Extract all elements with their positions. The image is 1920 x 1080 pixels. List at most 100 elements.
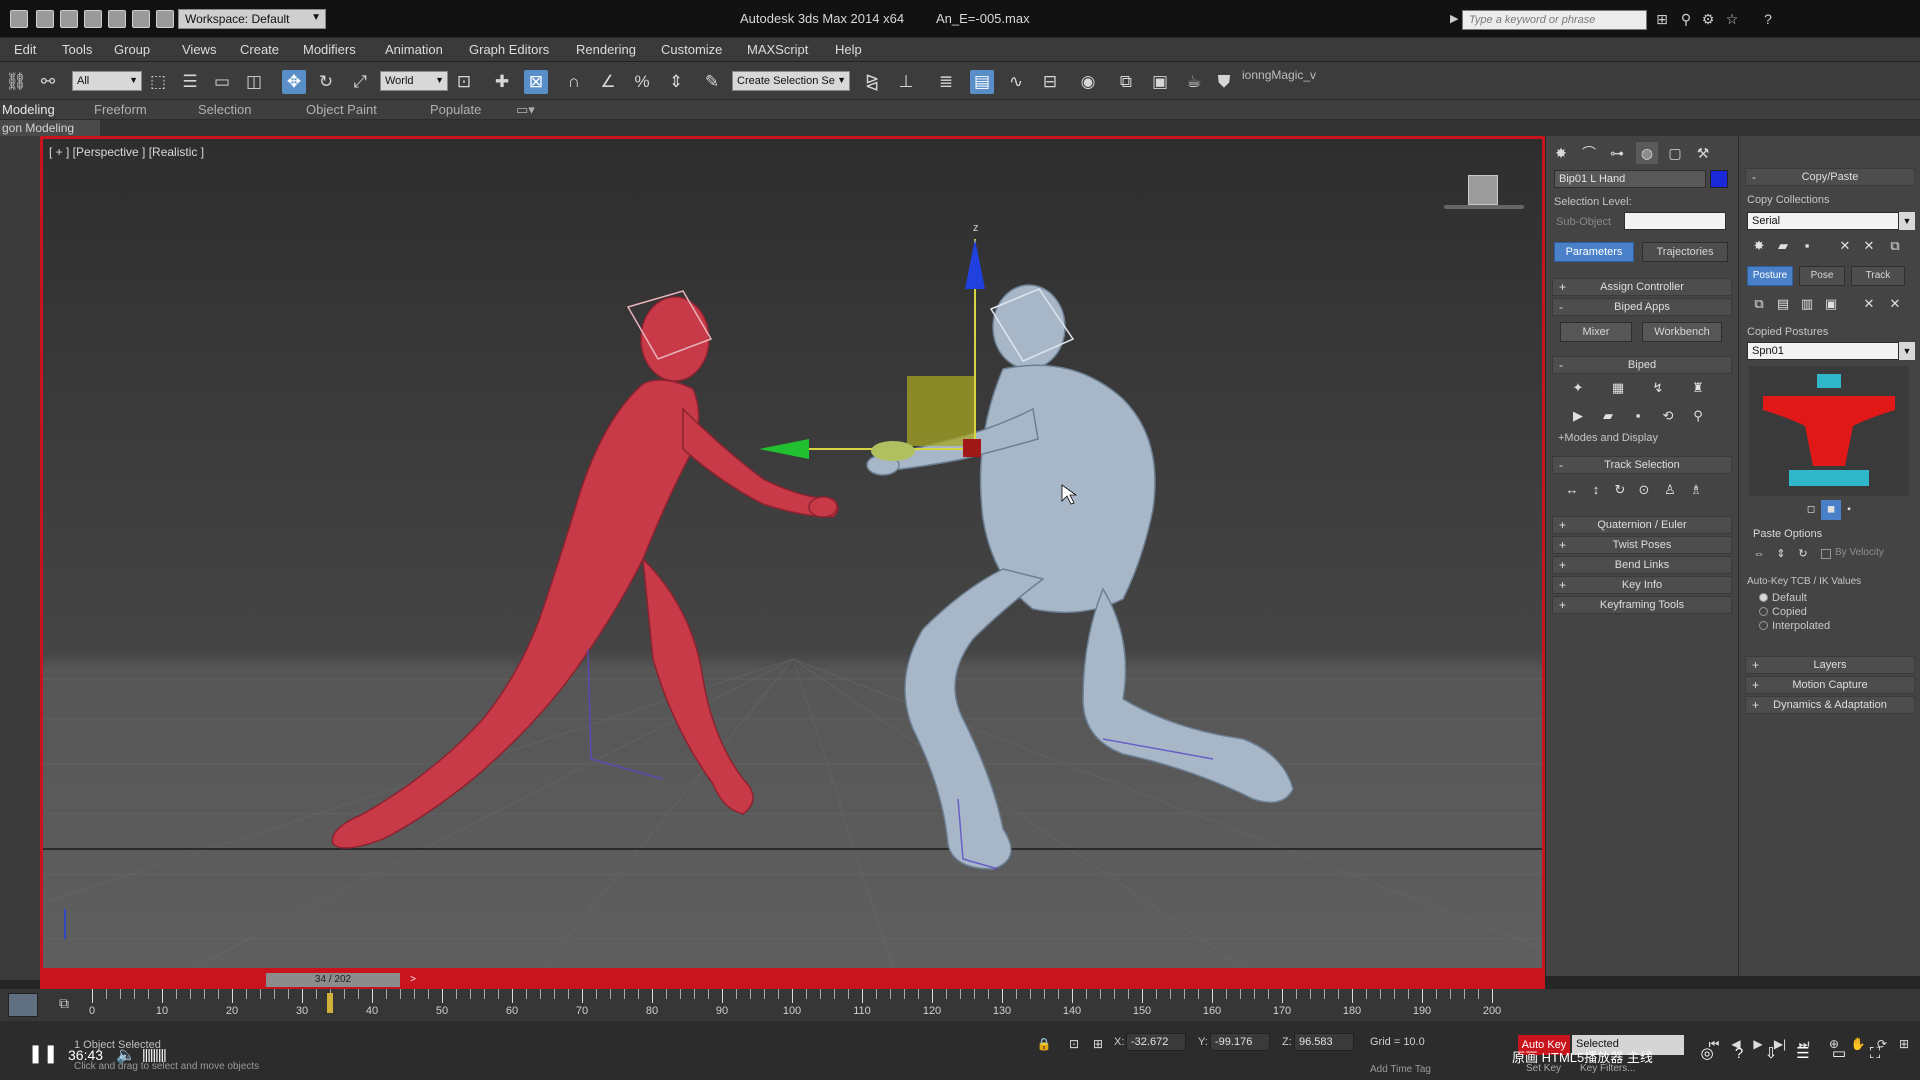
paste-vertical-icon[interactable]: ⇕ (1771, 544, 1791, 564)
select-legs-icon[interactable]: ▪ (1839, 500, 1859, 520)
percent-snap-icon[interactable]: % (630, 70, 654, 94)
maximize-viewport-icon[interactable]: ⊞ (1896, 1036, 1912, 1052)
track-ticks[interactable]: 0 10 20 30 40 50 60 70 80 90 100 110 120 130 140 150 160… (89, 989, 1501, 1021)
move-all-mode-icon[interactable]: ⚲ (1688, 406, 1708, 426)
rollout-dynamics-adaptation[interactable]: + Dynamics & Adaptation (1745, 696, 1915, 714)
radio-copied[interactable]: Copied (1759, 606, 1807, 618)
menu-group[interactable]: Group (114, 42, 150, 57)
help-icon[interactable]: ? (1760, 11, 1776, 27)
favorites-star-icon[interactable]: ☆ (1724, 11, 1740, 27)
display-tab-icon[interactable]: ▢ (1664, 142, 1686, 164)
delete-all-postures-icon[interactable]: ✕ (1885, 294, 1905, 314)
select-body-icon[interactable]: ◻ (1801, 500, 1821, 520)
symmetrical-icon[interactable]: ♙ (1660, 480, 1680, 500)
selection-filter-dropdown[interactable]: All ▼ (72, 71, 142, 91)
angle-snap-icon[interactable]: ∠ (596, 70, 620, 94)
convert-icon[interactable]: ⟲ (1658, 406, 1678, 426)
unlink-icon[interactable]: ⚯ (36, 70, 60, 94)
add-time-tag[interactable]: Add Time Tag (1370, 1064, 1431, 1075)
viewport-label[interactable]: [ + ] [Perspective ] [Realistic ] (49, 145, 204, 159)
time-slider-thumb[interactable]: 34 / 202 (266, 973, 400, 987)
open-file-icon[interactable] (60, 10, 78, 28)
tab-selection[interactable]: Selection (198, 102, 251, 117)
mirror-icon[interactable]: ⧎ (860, 70, 884, 94)
copied-postures-dropdown[interactable]: Spn01 (1747, 342, 1899, 360)
rollout-quaternion-euler[interactable]: + Quaternion / Euler (1552, 516, 1732, 534)
new-file-icon[interactable] (36, 10, 54, 28)
save-file-icon[interactable] (84, 10, 102, 28)
select-object-icon[interactable]: ⬚ (146, 70, 170, 94)
redo-icon[interactable] (132, 10, 150, 28)
render-production-icon[interactable]: ☕ (1182, 70, 1206, 94)
posture-tab-button[interactable]: Posture (1747, 266, 1793, 286)
menu-maxscript[interactable]: MAXScript (747, 42, 808, 57)
lock-com-keying-icon[interactable]: ⊙ (1634, 480, 1654, 500)
material-editor-icon[interactable]: ◉ (1076, 70, 1100, 94)
menu-graph-editors[interactable]: Graph Editors (469, 42, 549, 57)
save-collection-icon[interactable]: ▪ (1797, 236, 1817, 256)
pose-tab-button[interactable]: Pose (1799, 266, 1845, 286)
rollout-twist-poses[interactable]: + Twist Poses (1552, 536, 1732, 554)
snaps-toggle-icon[interactable]: ∩ (562, 70, 586, 94)
motion-tab-icon[interactable]: ◍ (1636, 142, 1658, 164)
named-selection-dropdown[interactable]: Create Selection Se ▼ (732, 71, 850, 91)
utilities-tab-icon[interactable]: ⚒ (1692, 142, 1714, 164)
menu-tools[interactable]: Tools (62, 42, 92, 57)
app-menu-icon[interactable] (10, 10, 28, 28)
video-danmaku-icon[interactable]: ▭ (1830, 1045, 1848, 1063)
current-frame-marker[interactable] (327, 993, 333, 1013)
curve-editor-toggle-icon[interactable]: ⧉ (54, 995, 74, 1015)
radio-default[interactable]: Default (1759, 592, 1807, 604)
viewcube[interactable] (1468, 175, 1498, 205)
paste-horizontal-icon[interactable]: ⇔ (1749, 544, 1769, 564)
manipulate-icon[interactable]: ✚ (490, 70, 514, 94)
copy-collection-dropdown[interactable]: Serial (1747, 212, 1899, 230)
perspective-viewport[interactable]: [ + ] [Perspective ] [Realistic ] z (40, 136, 1545, 971)
video-download-icon[interactable]: ⇩ (1762, 1045, 1780, 1063)
edit-named-selections-icon[interactable]: ✎ (700, 70, 724, 94)
video-menu-icon[interactable]: ☰ (1794, 1045, 1812, 1063)
viewcube-compass[interactable] (1444, 205, 1524, 209)
select-and-move-icon[interactable]: ✥ (282, 70, 306, 94)
video-settings-icon[interactable]: ◎ (1698, 1045, 1716, 1063)
mixer-button[interactable]: Mixer (1560, 322, 1632, 342)
max-load-save-icon[interactable]: ⧉ (1885, 236, 1905, 256)
load-collection-icon[interactable]: ▰ (1773, 236, 1793, 256)
rectangular-selection-icon[interactable]: ▭ (210, 70, 234, 94)
rollout-assign-controller[interactable]: + Assign Controller (1552, 278, 1732, 296)
menu-edit[interactable]: Edit (14, 42, 36, 57)
paste-opposite-icon[interactable]: ▥ (1797, 294, 1817, 314)
parameters-tab-button[interactable]: Parameters (1554, 242, 1634, 262)
subscription-icon[interactable]: ⚙ (1700, 11, 1716, 27)
video-pause-icon[interactable]: ❚❚ (28, 1043, 58, 1065)
delete-posture-icon[interactable]: ✕ (1859, 294, 1879, 314)
mixer-mode-icon[interactable]: ♜ (1688, 378, 1708, 398)
reference-coord-dropdown[interactable]: World ▼ (380, 71, 448, 91)
menu-customize[interactable]: Customize (661, 42, 722, 57)
y-coordinate-field[interactable]: -99.176 (1210, 1033, 1270, 1051)
menu-modifiers[interactable]: Modifiers (303, 42, 356, 57)
lock-icon[interactable]: ⊡ (1066, 1036, 1082, 1052)
save-file-icon[interactable]: ▪ (1628, 406, 1648, 426)
time-slider-next-icon[interactable]: > (406, 973, 420, 987)
paste-posture-icon[interactable]: ▤ (1773, 294, 1793, 314)
select-arms-icon[interactable]: ◼ (1821, 500, 1841, 520)
binoculars-icon[interactable]: ⊞ (1654, 11, 1670, 27)
selection-lock-icon[interactable]: 🔒 (1036, 1036, 1052, 1052)
mini-curve-editor-icon[interactable] (8, 993, 38, 1017)
project-folder-icon[interactable] (156, 10, 174, 28)
gizmo-xz-plane[interactable] (907, 376, 975, 446)
rollout-bend-links[interactable]: + Bend Links (1552, 556, 1732, 574)
z-coordinate-field[interactable]: 96.583 (1294, 1033, 1354, 1051)
delete-collection-icon[interactable]: ✕ (1835, 236, 1855, 256)
rollout-motion-capture[interactable]: + Motion Capture (1745, 676, 1915, 694)
ribbon-polygon-modeling[interactable]: gon Modeling (0, 120, 100, 136)
search-expand-icon[interactable]: ▶ (1450, 12, 1458, 25)
biped-playback-icon[interactable]: ▶ (1568, 406, 1588, 426)
spinner-snap-icon[interactable]: ⇕ (664, 70, 688, 94)
trajectories-tab-button[interactable]: Trajectories (1642, 242, 1728, 262)
object-name-field[interactable]: Bip01 L Hand (1554, 170, 1706, 188)
delete-all-collections-icon[interactable]: ✕ (1859, 236, 1879, 256)
footstep-mode-icon[interactable]: ▦ (1608, 378, 1628, 398)
modify-tab-icon[interactable]: ⌒ (1578, 142, 1600, 164)
